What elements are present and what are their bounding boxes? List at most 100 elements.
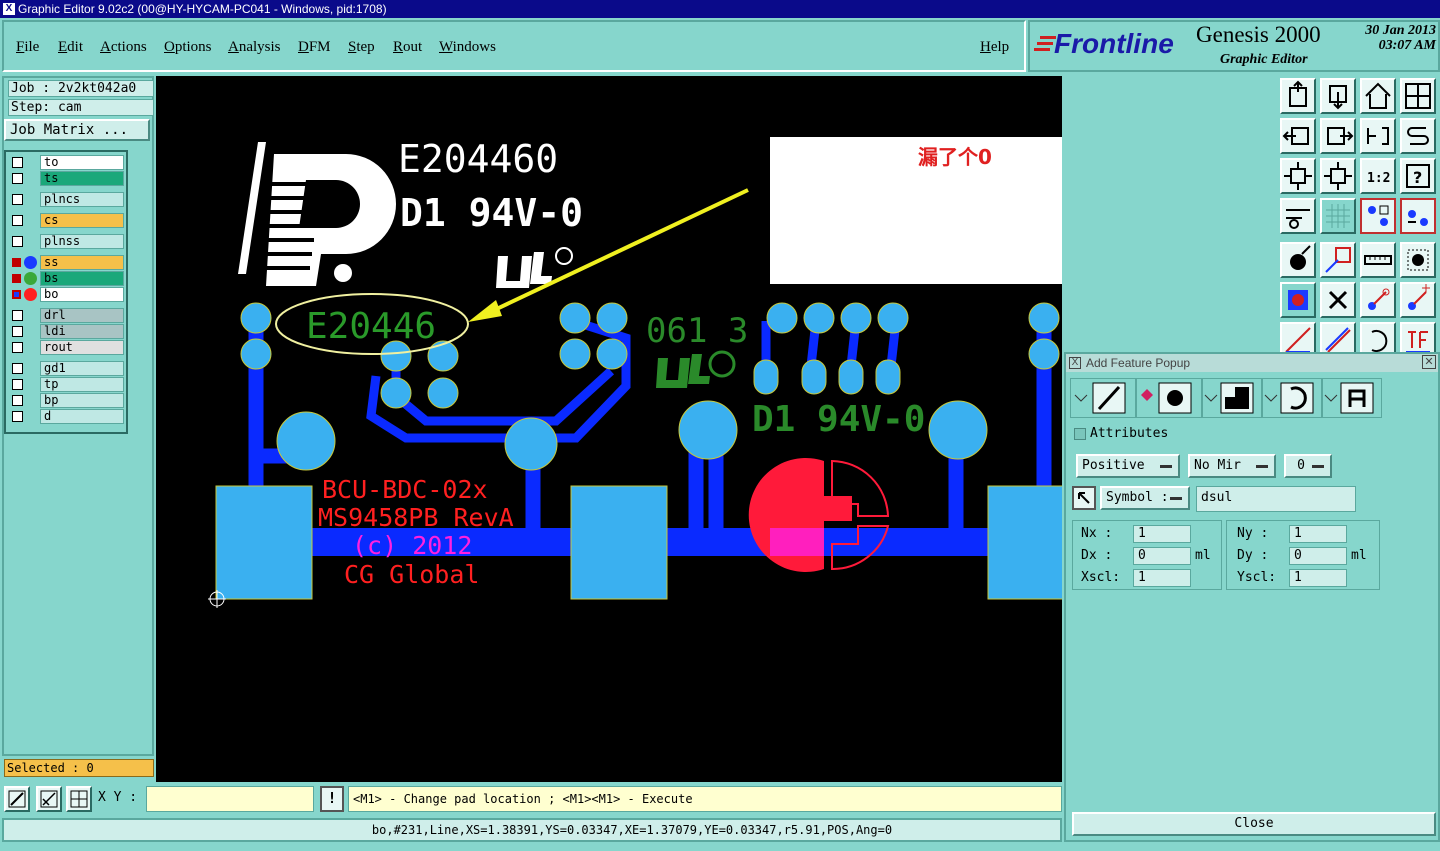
layer-checkbox[interactable] <box>12 236 23 247</box>
pcb-view[interactable]: E204460 D1 94V-0 漏了个0 E20446 061 3 D1 94… <box>156 76 1062 782</box>
execute-button[interactable]: ! <box>320 786 344 812</box>
measure-icon[interactable] <box>36 786 62 812</box>
connect-icon[interactable] <box>1280 282 1316 318</box>
symbol-browse-button[interactable] <box>1072 486 1096 510</box>
snap-center-icon[interactable] <box>1360 198 1396 234</box>
layer-checkbox[interactable] <box>12 173 23 184</box>
polarity-dropdown[interactable]: Positive <box>1076 454 1180 478</box>
attributes-checkbox[interactable] <box>1074 428 1086 440</box>
menu-actions[interactable]: Actions <box>100 39 147 56</box>
menu-windows[interactable]: Windows <box>439 39 496 56</box>
angle-dropdown[interactable]: 0 <box>1284 454 1332 478</box>
help-query-icon[interactable]: ? <box>1400 158 1436 194</box>
zoom-down-icon[interactable] <box>1320 78 1356 114</box>
menu-options[interactable]: Options <box>164 39 212 56</box>
layer-plnss[interactable]: plnss <box>8 234 126 249</box>
feature-pad-button[interactable] <box>1136 378 1202 418</box>
layer-name: tp <box>40 377 124 392</box>
select-pad-icon[interactable] <box>1280 242 1316 278</box>
menu-rout[interactable]: Rout <box>393 39 422 56</box>
select-box-icon[interactable] <box>1400 242 1436 278</box>
date-time: 30 Jan 2013 03:07 AM <box>1338 23 1436 53</box>
layer-active-marker[interactable] <box>12 258 21 267</box>
line-add-icon[interactable] <box>1400 282 1436 318</box>
zoom-home-icon[interactable] <box>1280 78 1316 114</box>
feature-line-button[interactable] <box>1070 378 1136 418</box>
layer-rout[interactable]: rout <box>8 340 126 355</box>
zoom-center-icon[interactable] <box>1320 158 1356 194</box>
layer-checkbox[interactable] <box>12 379 23 390</box>
layer-ss[interactable]: ss <box>8 255 126 270</box>
layer-ts[interactable]: ts <box>8 171 126 186</box>
layer-active-marker[interactable] <box>12 274 21 283</box>
tools-icon[interactable] <box>1280 198 1316 234</box>
layer-to[interactable]: to <box>8 155 126 170</box>
ruler-icon[interactable] <box>1360 242 1396 278</box>
yscl-input[interactable]: 1 <box>1289 569 1347 587</box>
layer-checkbox[interactable] <box>12 215 23 226</box>
xscl-input[interactable]: 1 <box>1133 569 1191 587</box>
layer-ldi[interactable]: ldi <box>8 324 126 339</box>
menu-dfm[interactable]: DFM <box>298 39 331 56</box>
ul-mark-icon <box>496 247 573 288</box>
rotate-view-icon[interactable] <box>1360 118 1396 154</box>
mirror-dropdown[interactable]: No Mir <box>1188 454 1276 478</box>
cross-icon[interactable] <box>1320 282 1356 318</box>
symbol-input[interactable]: dsul <box>1196 486 1356 512</box>
layer-name: bo <box>40 287 124 302</box>
fit-screen-icon[interactable] <box>1280 158 1316 194</box>
menu-file[interactable]: File <box>16 39 39 56</box>
xy-input[interactable] <box>146 786 314 812</box>
layer-cs[interactable]: cs <box>8 213 126 228</box>
layer-checkbox[interactable] <box>12 342 23 353</box>
window-title: Graphic Editor 9.02c2 (00@HY-HYCAM-PC041… <box>18 2 387 16</box>
layer-bp[interactable]: bp <box>8 393 126 408</box>
layer-plncs[interactable]: plncs <box>8 192 126 207</box>
layer-bo[interactable]: bo <box>8 287 126 302</box>
layer-bs[interactable]: bs <box>8 271 126 286</box>
attributes-label: Attributes <box>1090 426 1169 441</box>
job-matrix-button[interactable]: Job Matrix ... <box>4 119 150 141</box>
split-view-icon[interactable] <box>1400 78 1436 114</box>
layer-checkbox[interactable] <box>12 157 23 168</box>
dy-input[interactable]: 0 <box>1289 547 1347 565</box>
feature-arc-button[interactable] <box>1262 378 1322 418</box>
feature-surface-button[interactable] <box>1202 378 1262 418</box>
close-button[interactable]: Close <box>1072 812 1436 836</box>
pan-left-icon[interactable] <box>1280 118 1316 154</box>
graphic-canvas[interactable]: E204460 D1 94V-0 漏了个0 E20446 061 3 D1 94… <box>156 76 1062 782</box>
zoom-window-icon[interactable] <box>4 786 30 812</box>
menu-help[interactable]: Help <box>980 39 1009 56</box>
dx-input[interactable]: 0 <box>1133 547 1191 565</box>
menu-analysis[interactable]: Analysis <box>228 39 281 56</box>
grid-snap-icon[interactable] <box>66 786 92 812</box>
layer-active-marker[interactable] <box>12 290 21 299</box>
ny-input[interactable]: 1 <box>1289 525 1347 543</box>
menu-edit[interactable]: Edit <box>58 39 83 56</box>
line-snap-icon[interactable] <box>1360 282 1396 318</box>
feature-text-button[interactable] <box>1322 378 1382 418</box>
layer-checkbox[interactable] <box>12 326 23 337</box>
layer-d[interactable]: d <box>8 409 126 424</box>
layer-drl[interactable]: drl <box>8 308 126 323</box>
layer-gd1[interactable]: gd1 <box>8 361 126 376</box>
menu-step[interactable]: Step <box>348 39 375 56</box>
svg-text:1:2: 1:2 <box>1367 171 1390 186</box>
layer-checkbox[interactable] <box>12 395 23 406</box>
scale-1-2-icon[interactable]: 1:2 <box>1360 158 1396 194</box>
layer-checkbox[interactable] <box>12 411 23 422</box>
popup-close-icon[interactable]: ✕ <box>1422 355 1436 369</box>
nx-input[interactable]: 1 <box>1133 525 1191 543</box>
layer-checkbox[interactable] <box>12 363 23 374</box>
layer-checkbox[interactable] <box>12 310 23 321</box>
layer-checkbox[interactable] <box>12 194 23 205</box>
layer-tp[interactable]: tp <box>8 377 126 392</box>
snap-edge-icon[interactable] <box>1400 198 1436 234</box>
select-region-icon[interactable] <box>1320 242 1356 278</box>
pan-right-icon[interactable] <box>1320 118 1356 154</box>
ul-number-text: E204460 <box>398 137 558 181</box>
symbol-label-button[interactable]: Symbol : <box>1100 486 1190 510</box>
redraw-icon[interactable] <box>1400 118 1436 154</box>
home-icon[interactable] <box>1360 78 1396 114</box>
grid-icon[interactable] <box>1320 198 1356 234</box>
